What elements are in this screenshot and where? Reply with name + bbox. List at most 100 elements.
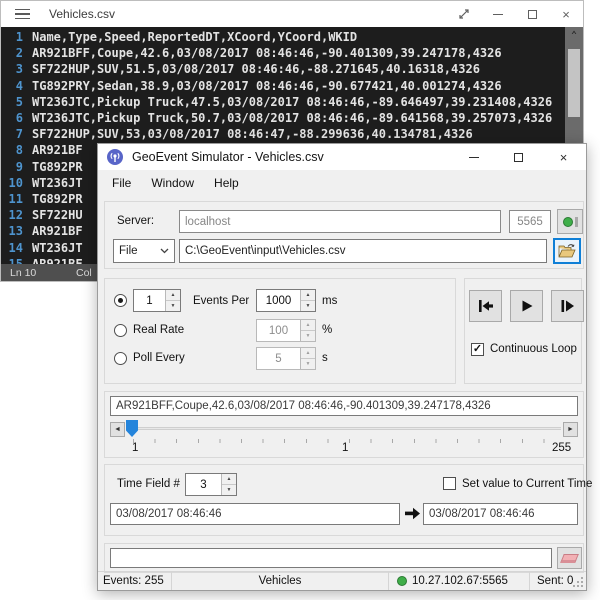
editor-line[interactable]: 6 WT236JTC,Pickup Truck,50.7,03/08/2017 0…	[1, 110, 583, 126]
slider-left-button[interactable]: ◄	[110, 422, 125, 437]
editor-line[interactable]: 2AR921BFF,Coupe,42.6,03/08/2017 08:46:46…	[1, 45, 583, 61]
code-text: TG892PR	[32, 159, 83, 175]
slider-max-label: 255	[552, 442, 571, 454]
spin-down-icon[interactable]: ▼	[166, 300, 180, 311]
real-rate-spinner: 100 ▲▼	[256, 319, 316, 342]
real-rate-label: Real Rate	[133, 324, 184, 336]
minimize-icon[interactable]	[451, 144, 496, 170]
continuous-loop-label: Continuous Loop	[490, 343, 577, 355]
simulator-statusbar: Events: 255 Vehicles 10.27.102.67:5565 S…	[98, 571, 586, 590]
editor-line[interactable]: 7SF722HUP,SUV,53,03/08/2017 08:46:47,-88…	[1, 126, 583, 142]
source-type-select[interactable]: File	[113, 239, 175, 263]
menu-window[interactable]: Window	[141, 173, 204, 193]
code-text: TG892PR	[32, 191, 83, 207]
open-folder-icon	[558, 244, 576, 258]
check-icon: ✓	[473, 344, 482, 355]
spin-up-icon: ▲	[301, 320, 315, 330]
time-field-value: 3	[186, 474, 221, 495]
skip-to-start-icon	[478, 299, 494, 313]
rate-group: 1 ▲▼ Events Per 1000 ▲▼ ms Real Rate 100…	[104, 278, 456, 384]
events-unit-label: ms	[322, 295, 337, 307]
event-slider-thumb[interactable]	[126, 420, 138, 437]
spin-down-icon[interactable]: ▼	[301, 300, 315, 311]
editor-titlebar: Vehicles.csv ×	[1, 1, 583, 27]
editor-line[interactable]: 3SF722HUP,SUV,51.5,03/08/2017 08:46:46,-…	[1, 61, 583, 77]
poll-every-value: 5	[257, 348, 300, 369]
scrollbar-thumb[interactable]	[568, 49, 580, 117]
server-address: 10.27.102.67:5565	[412, 575, 508, 587]
server-host-input[interactable]: localhost	[179, 210, 501, 233]
file-path-input[interactable]: C:\GeoEvent\input\Vehicles.csv	[179, 239, 547, 263]
minimize-icon[interactable]	[481, 1, 515, 27]
events-count-spinner[interactable]: 1 ▲▼	[133, 289, 181, 312]
code-text: AR921BF	[32, 142, 83, 158]
scroll-up-icon[interactable]: ⌃	[565, 30, 583, 42]
set-current-time-label: Set value to Current Time	[462, 478, 592, 490]
spin-down-icon[interactable]: ▼	[222, 484, 236, 495]
code-text: AR921BFF,Coupe,42.6,03/08/2017 08:46:46,…	[32, 45, 502, 61]
clear-button[interactable]	[557, 547, 582, 569]
poll-unit-label: s	[322, 352, 328, 364]
server-port-input[interactable]: 5565	[509, 210, 551, 233]
close-icon[interactable]: ×	[541, 144, 586, 170]
real-rate-radio[interactable]	[114, 324, 127, 337]
eraser-icon	[560, 554, 579, 563]
events-count-value: 1	[134, 290, 165, 311]
feed-name-status: Vehicles	[172, 572, 389, 590]
spin-down-icon: ▼	[301, 358, 315, 369]
line-number: 7	[1, 126, 23, 142]
slider-right-button[interactable]: ►	[563, 422, 578, 437]
slider-mid-label: 1	[342, 442, 348, 454]
slider-min-label: 1	[132, 442, 138, 454]
event-slider-track[interactable]	[127, 427, 561, 430]
line-number: 15	[1, 256, 23, 264]
continuous-loop-checkbox[interactable]: ✓	[471, 343, 484, 356]
poll-every-radio[interactable]	[114, 352, 127, 365]
editor-line[interactable]: 5WT236JTC,Pickup Truck,47.5,03/08/2017 0…	[1, 94, 583, 110]
connection-status: 10.27.102.67:5565	[389, 572, 530, 590]
time-to-field[interactable]: 03/08/2017 08:46:46	[423, 503, 578, 525]
time-from-field[interactable]: 03/08/2017 08:46:46	[110, 503, 400, 525]
spin-up-icon[interactable]: ▲	[166, 290, 180, 300]
play-icon	[520, 299, 534, 313]
code-text: WT236JTC,Pickup Truck,50.7,03/08/2017 08…	[32, 110, 552, 126]
events-per-radio[interactable]	[114, 294, 127, 307]
menu-file[interactable]: File	[102, 173, 141, 193]
server-label: Server:	[117, 215, 154, 227]
hamburger-menu-icon[interactable]	[15, 9, 30, 20]
editor-line[interactable]: 1Name,Type,Speed,ReportedDT,XCoord,YCoor…	[1, 29, 583, 45]
preview-group: AR921BFF,Coupe,42.6,03/08/2017 08:46:46,…	[104, 391, 584, 458]
play-button[interactable]	[510, 290, 543, 322]
slider-ticks	[133, 439, 565, 443]
skip-to-start-button[interactable]	[469, 290, 502, 322]
editor-line[interactable]: 4TG892PRY,Sedan,38.9,03/08/2017 08:46:46…	[1, 78, 583, 94]
line-number: 6	[1, 110, 23, 126]
spin-down-icon: ▼	[301, 330, 315, 341]
spin-up-icon[interactable]: ▲	[301, 290, 315, 300]
time-field-spinner[interactable]: 3 ▲▼	[185, 473, 237, 496]
close-icon[interactable]: ×	[549, 1, 583, 27]
playback-group: ✓ Continuous Loop	[464, 278, 582, 384]
line-number: 11	[1, 191, 23, 207]
editor-window-title: Vehicles.csv	[49, 7, 115, 21]
code-text: Name,Type,Speed,ReportedDT,XCoord,YCoord…	[32, 29, 357, 45]
desktop: Vehicles.csv × 1Name,Type,Speed,Reported…	[0, 0, 600, 600]
simulator-titlebar: GeoEvent Simulator - Vehicles.csv ×	[98, 144, 586, 170]
geoevent-logo-icon	[107, 149, 123, 165]
spin-up-icon[interactable]: ▲	[222, 474, 236, 484]
fullscreen-icon[interactable]	[447, 1, 481, 27]
maximize-icon[interactable]	[496, 144, 541, 170]
menu-help[interactable]: Help	[204, 173, 249, 193]
code-text: WT236JT	[32, 240, 83, 256]
browse-file-button[interactable]	[553, 238, 581, 264]
maximize-icon[interactable]	[515, 1, 549, 27]
connect-button[interactable]	[557, 209, 583, 234]
line-number: 8	[1, 142, 23, 158]
line-number: 3	[1, 61, 23, 77]
resize-grip-icon[interactable]	[572, 576, 584, 588]
events-interval-spinner[interactable]: 1000 ▲▼	[256, 289, 316, 312]
code-text: AR921BF	[32, 223, 83, 239]
current-event-field[interactable]: AR921BFF,Coupe,42.6,03/08/2017 08:46:46,…	[110, 396, 578, 416]
set-current-time-checkbox[interactable]	[443, 477, 456, 490]
step-forward-button[interactable]	[551, 290, 584, 322]
